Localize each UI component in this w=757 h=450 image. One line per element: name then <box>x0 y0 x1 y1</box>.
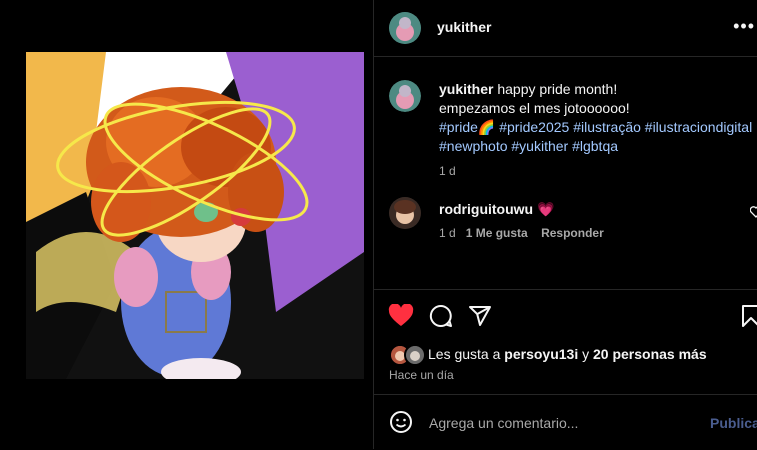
post-caption: yukither happy pride month! empezamos el… <box>439 80 757 181</box>
reply-button[interactable]: Responder <box>541 226 604 240</box>
likes-prefix: Les gusta a <box>428 346 501 362</box>
author-username[interactable]: yukither <box>437 19 491 35</box>
likes-joiner: y <box>582 346 590 362</box>
commenter-avatar[interactable] <box>389 197 421 229</box>
caption-age[interactable]: 1 d <box>439 162 757 181</box>
caption-hashtags-line2[interactable]: #newphoto #yukither #lgbtqa <box>439 137 757 156</box>
caption-avatar[interactable] <box>389 80 421 112</box>
comment-input[interactable]: Agrega un comentario... <box>429 415 578 431</box>
liker-avatar[interactable] <box>404 344 426 366</box>
post-time[interactable]: Hace un día <box>389 368 454 382</box>
avatar-image <box>389 197 421 229</box>
action-bar: Les gusta a persoyu13i y 20 personas más… <box>374 289 757 395</box>
comment-composer: Agrega un comentario... Publicar <box>374 394 757 450</box>
share-icon[interactable] <box>468 304 492 328</box>
comment-like-icon[interactable] <box>750 206 757 218</box>
comment-body: rodriguitouwu 💗 <box>439 201 554 218</box>
comment-likes[interactable]: 1 Me gusta <box>466 226 528 240</box>
avatar-image <box>389 80 421 112</box>
emoji-icon[interactable] <box>389 410 413 434</box>
comment-text: 💗 <box>536 201 555 217</box>
comment-age[interactable]: 1 d <box>439 226 456 240</box>
comment-icon[interactable] <box>429 304 453 328</box>
post-image[interactable] <box>26 52 364 379</box>
caption-text-line1: happy pride month! <box>497 81 618 97</box>
post-comment-button[interactable]: Publicar <box>710 415 757 431</box>
likes-summary: Les gusta a persoyu13i y 20 personas más <box>428 346 707 362</box>
post-header: yukither ••• <box>374 0 757 57</box>
avatar-image <box>389 12 421 44</box>
caption-hashtags-line1[interactable]: #pride🌈 #pride2025 #ilustração #ilustrac… <box>439 118 757 137</box>
illustration <box>26 52 364 379</box>
liker-username[interactable]: persoyu13i <box>504 346 578 362</box>
likes-others[interactable]: 20 personas más <box>593 346 707 362</box>
caption-text-line2: empezamos el mes jotoooooo! <box>439 100 630 116</box>
comment-meta: 1 d 1 Me gusta Responder <box>439 226 604 240</box>
more-icon[interactable]: ••• <box>733 16 755 37</box>
caption-username[interactable]: yukither <box>439 81 493 97</box>
post-details-panel: yukither ••• yukither happy pride month!… <box>374 0 757 449</box>
author-avatar[interactable] <box>389 12 421 44</box>
save-icon[interactable] <box>741 304 757 328</box>
avatar-image <box>406 346 424 364</box>
post-media[interactable] <box>0 0 373 449</box>
commenter-username[interactable]: rodriguitouwu <box>439 201 533 217</box>
heart-icon[interactable] <box>388 304 414 328</box>
